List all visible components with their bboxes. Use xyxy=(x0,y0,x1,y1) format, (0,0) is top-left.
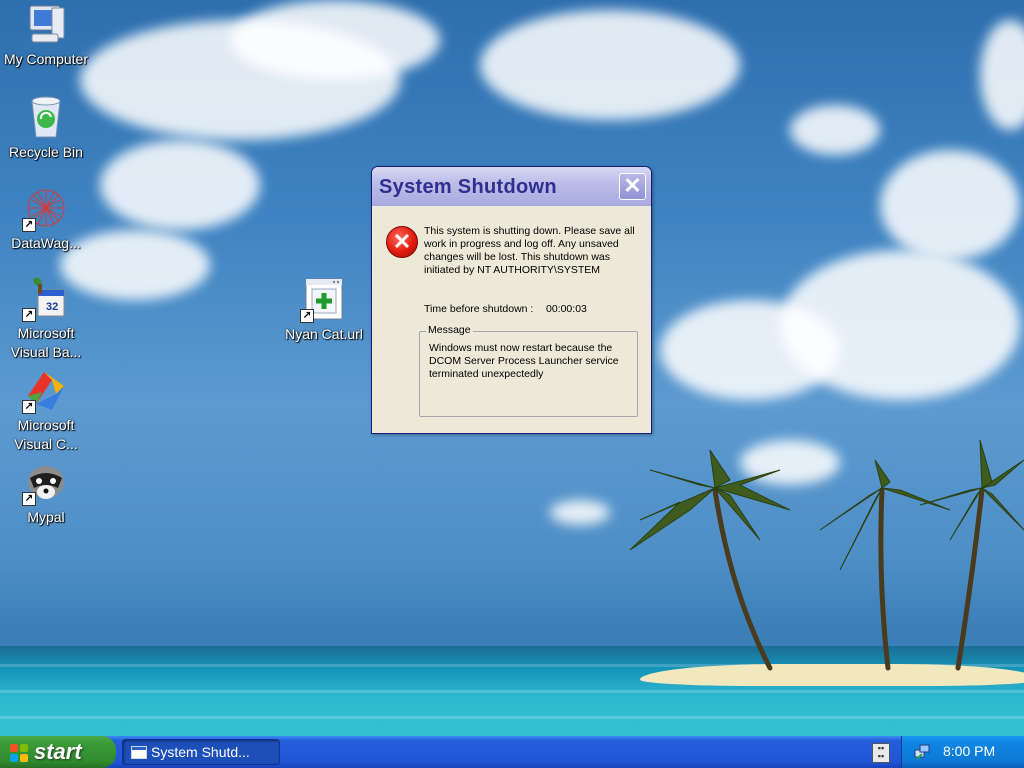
shortcut-arrow-icon: ↗ xyxy=(22,308,36,322)
cloud xyxy=(880,150,1020,260)
datawag-icon: ↗ xyxy=(22,184,70,232)
cloud xyxy=(550,500,610,525)
shortcut-arrow-icon: ↗ xyxy=(22,400,36,414)
clock[interactable]: 8:00 PM xyxy=(943,743,995,759)
desktop-icon-visual-basic[interactable]: 32 ↗ Microsoft Visual Ba... xyxy=(1,274,91,362)
shutdown-message: This system is shutting down. Please sav… xyxy=(424,225,635,276)
mypal-icon: ↗ xyxy=(22,458,70,506)
groupbox-message: Windows must now restart because the DCO… xyxy=(429,342,619,380)
taskbar-button-label: System Shutd... xyxy=(151,744,250,760)
desktop-icon-my-computer[interactable]: My Computer xyxy=(1,2,91,69)
desktop-icon-nyan-cat[interactable]: ↗ Nyan Cat.url xyxy=(279,275,369,344)
groupbox-label: Message xyxy=(426,324,473,336)
shortcut-arrow-icon: ↗ xyxy=(22,218,36,232)
cloud xyxy=(790,105,880,155)
cloud xyxy=(980,20,1024,130)
window-icon xyxy=(131,746,147,759)
visual-basic-icon: 32 ↗ xyxy=(22,274,70,322)
shortcut-arrow-icon: ↗ xyxy=(22,492,36,506)
palm-trees xyxy=(629,439,1024,671)
desktop-icon-label: Nyan Cat.url xyxy=(285,326,363,342)
start-button[interactable]: start xyxy=(0,736,116,768)
desktop-icon-mypal[interactable]: ↗ Mypal xyxy=(1,458,91,527)
system-tray: 8:00 PM xyxy=(901,736,1024,768)
system-shutdown-dialog: System Shutdown ✕ ✕ This system is shutt… xyxy=(371,166,652,434)
cloud xyxy=(480,10,740,120)
dialog-titlebar[interactable]: System Shutdown ✕ xyxy=(372,167,651,206)
desktop-icon-label: Microsoft Visual C... xyxy=(14,417,78,452)
desktop-icon-label: My Computer xyxy=(3,51,89,67)
keyboard-icon[interactable]: ▪▪ ▪▪ xyxy=(872,743,890,763)
windows-logo-icon xyxy=(10,744,28,762)
my-computer-icon xyxy=(22,2,70,50)
desktop-icon-label: Recycle Bin xyxy=(9,144,83,160)
message-groupbox: Message Windows must now restart because… xyxy=(419,324,638,417)
cloud xyxy=(230,0,440,80)
close-icon: ✕ xyxy=(623,173,642,198)
close-button[interactable]: ✕ xyxy=(619,173,646,200)
desktop-icon-recycle-bin[interactable]: Recycle Bin xyxy=(1,93,91,162)
taskbar-button-system-shutdown[interactable]: System Shutd... xyxy=(122,739,280,765)
desktop-icon-label: DataWag... xyxy=(11,235,81,251)
svg-text:32: 32 xyxy=(46,301,58,313)
countdown-value: 00:00:03 xyxy=(546,303,587,315)
countdown-label: Time before shutdown : xyxy=(424,303,534,315)
desktop-icon-datawag[interactable]: ↗ DataWag... xyxy=(1,184,91,253)
recycle-bin-icon xyxy=(22,93,70,141)
network-icon[interactable] xyxy=(914,744,930,760)
error-icon: ✕ xyxy=(386,226,418,258)
taskbar: start System Shutd... ▪▪ ▪▪ 8:00 PM xyxy=(0,736,1024,768)
visual-c-icon: ↗ xyxy=(22,366,70,414)
dialog-body: ✕ This system is shutting down. Please s… xyxy=(372,206,651,433)
desktop-icon-visual-c[interactable]: ↗ Microsoft Visual C... xyxy=(1,366,91,454)
dialog-title: System Shutdown xyxy=(379,176,557,198)
cloud xyxy=(780,250,1020,400)
url-shortcut-icon: ↗ xyxy=(300,275,348,323)
desktop-icon-label: Microsoft Visual Ba... xyxy=(10,325,82,360)
desktop-icon-label: Mypal xyxy=(27,509,65,525)
shortcut-arrow-icon: ↗ xyxy=(300,309,314,323)
cloud xyxy=(100,140,260,230)
start-label: start xyxy=(34,739,82,764)
